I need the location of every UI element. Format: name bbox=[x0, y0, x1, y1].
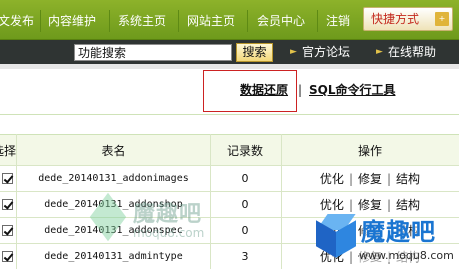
repair-link[interactable]: 修复 bbox=[358, 170, 382, 187]
watermark-left: 魔趣吧 moqu8.com bbox=[89, 190, 205, 250]
row-checkbox[interactable] bbox=[0, 218, 16, 243]
nav-item-publish[interactable]: 文发布 bbox=[0, 12, 34, 30]
spacer bbox=[0, 116, 459, 134]
data-restore-link[interactable]: 数据还原 bbox=[240, 83, 288, 97]
structure-link[interactable]: 结构 bbox=[396, 170, 420, 187]
op-separator: | bbox=[348, 171, 353, 186]
watermark-url: www.moqu8.com bbox=[359, 249, 454, 262]
record-count: 0 bbox=[241, 224, 249, 237]
checkmark-icon bbox=[1, 251, 13, 262]
quick-menu-label: 快捷方式 bbox=[371, 12, 420, 26]
table-name: dede_20140131_addonimages bbox=[38, 173, 189, 184]
nav-item-content[interactable]: 内容维护 bbox=[48, 12, 96, 30]
column-header-select: 选择 bbox=[0, 143, 17, 158]
op-separator: | bbox=[387, 171, 392, 186]
table-header: 选择 表名 记录数 操作 bbox=[0, 134, 459, 166]
column-divider bbox=[210, 134, 211, 269]
row-checkbox[interactable] bbox=[0, 166, 16, 191]
nav-divider bbox=[317, 10, 318, 32]
row-actions: 优化 | 修复 | 结构 bbox=[281, 166, 459, 191]
nav-divider bbox=[109, 10, 110, 32]
nav-divider bbox=[247, 10, 248, 32]
record-count: 0 bbox=[241, 172, 249, 185]
table-row: dede_20140131_addonimages 0 优化 | 修复 | 结构 bbox=[0, 166, 459, 192]
checkmark-icon bbox=[1, 173, 13, 184]
record-count: 0 bbox=[241, 198, 249, 211]
cube-logo-icon bbox=[89, 192, 127, 242]
nav-item-member-center[interactable]: 会员中心 bbox=[257, 12, 305, 30]
column-header-count: 记录数 bbox=[226, 143, 263, 158]
record-count: 3 bbox=[241, 250, 249, 263]
row-checkbox[interactable] bbox=[0, 192, 16, 217]
watermark-text: 魔趣吧 bbox=[361, 218, 436, 246]
plus-icon: + bbox=[435, 12, 449, 26]
column-header-actions: 操作 bbox=[357, 143, 382, 158]
column-divider bbox=[281, 134, 282, 269]
sql-tool-link[interactable]: SQL命令行工具 bbox=[309, 83, 396, 97]
quick-menu-button[interactable]: 快捷方式 + bbox=[363, 7, 453, 31]
cube-logo-icon bbox=[316, 214, 356, 258]
checkmark-icon bbox=[1, 199, 13, 210]
link-separator: | bbox=[298, 83, 303, 97]
arrow-icon: ► bbox=[376, 47, 383, 57]
search-button[interactable]: 搜索 bbox=[236, 43, 273, 62]
top-navigation: 文发布 内容维护 系统主页 网站主页 会员中心 注销 快捷方式 + bbox=[0, 0, 459, 40]
arrow-icon: ► bbox=[290, 47, 297, 57]
official-forum-link[interactable]: 官方论坛 bbox=[302, 45, 350, 59]
nav-item-system-home[interactable]: 系统主页 bbox=[118, 12, 166, 30]
nav-item-site-home[interactable]: 网站主页 bbox=[187, 12, 235, 30]
search-input[interactable] bbox=[74, 44, 232, 61]
online-help-link[interactable]: 在线帮助 bbox=[388, 45, 436, 59]
search-bar: 搜索 ► 官方论坛 ► 在线帮助 bbox=[0, 40, 459, 64]
optimize-link[interactable]: 优化 bbox=[320, 170, 344, 187]
nav-divider bbox=[40, 10, 41, 32]
nav-item-logout[interactable]: 注销 bbox=[326, 12, 350, 30]
watermark-text: 魔趣吧 bbox=[133, 202, 203, 227]
checkmark-icon bbox=[1, 225, 13, 236]
watermark-right: 魔趣吧 www.moqu8.com bbox=[308, 206, 459, 269]
column-divider bbox=[16, 134, 17, 269]
watermark-url: moqu8.com bbox=[133, 226, 205, 240]
nav-divider bbox=[178, 10, 179, 32]
row-checkbox[interactable] bbox=[0, 244, 16, 269]
column-header-table: 表名 bbox=[101, 143, 126, 158]
